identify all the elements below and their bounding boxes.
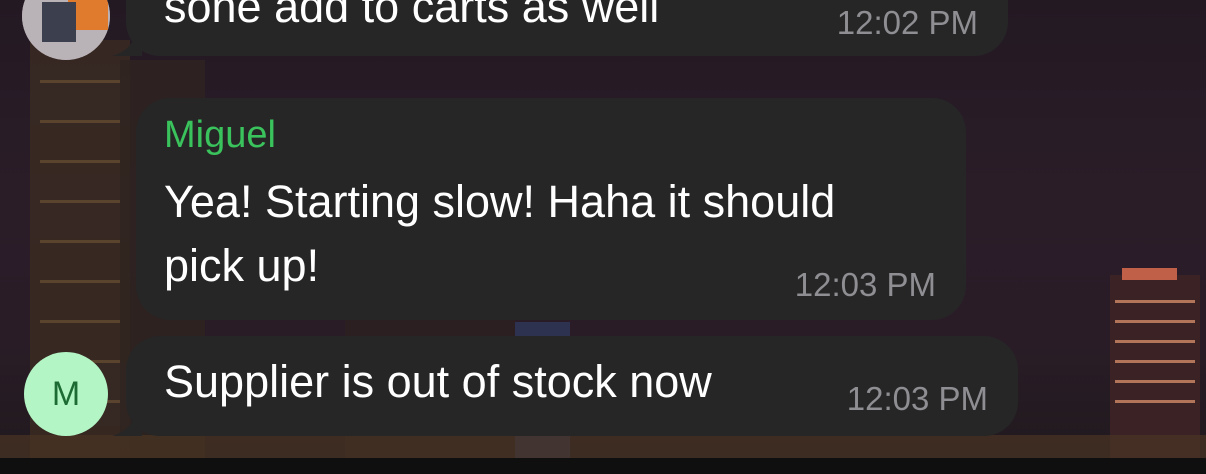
message-timestamp: 12:03 PM (794, 266, 936, 303)
message-bubble[interactable]: sone add to carts as well 12:02 PM (126, 0, 1008, 56)
message-bubble[interactable]: Miguel Yea! Starting slow! Haha it shoul… (136, 98, 966, 320)
input-bar-edge (0, 458, 1206, 474)
message-bubble[interactable]: Supplier is out of stock now 12:03 PM (126, 336, 1018, 436)
message-text-line: pick up! (164, 240, 320, 291)
sender-name[interactable]: Miguel (164, 114, 276, 157)
sender-avatar[interactable]: M (24, 352, 108, 436)
avatar-initial: M (51, 374, 81, 413)
message-text: sone add to carts as well (164, 0, 660, 32)
message-timestamp: 12:02 PM (836, 4, 978, 41)
message-timestamp: 12:03 PM (846, 380, 988, 417)
message-text-line: Yea! Starting slow! Haha it should (164, 176, 836, 227)
message-text: Supplier is out of stock now (164, 356, 712, 407)
